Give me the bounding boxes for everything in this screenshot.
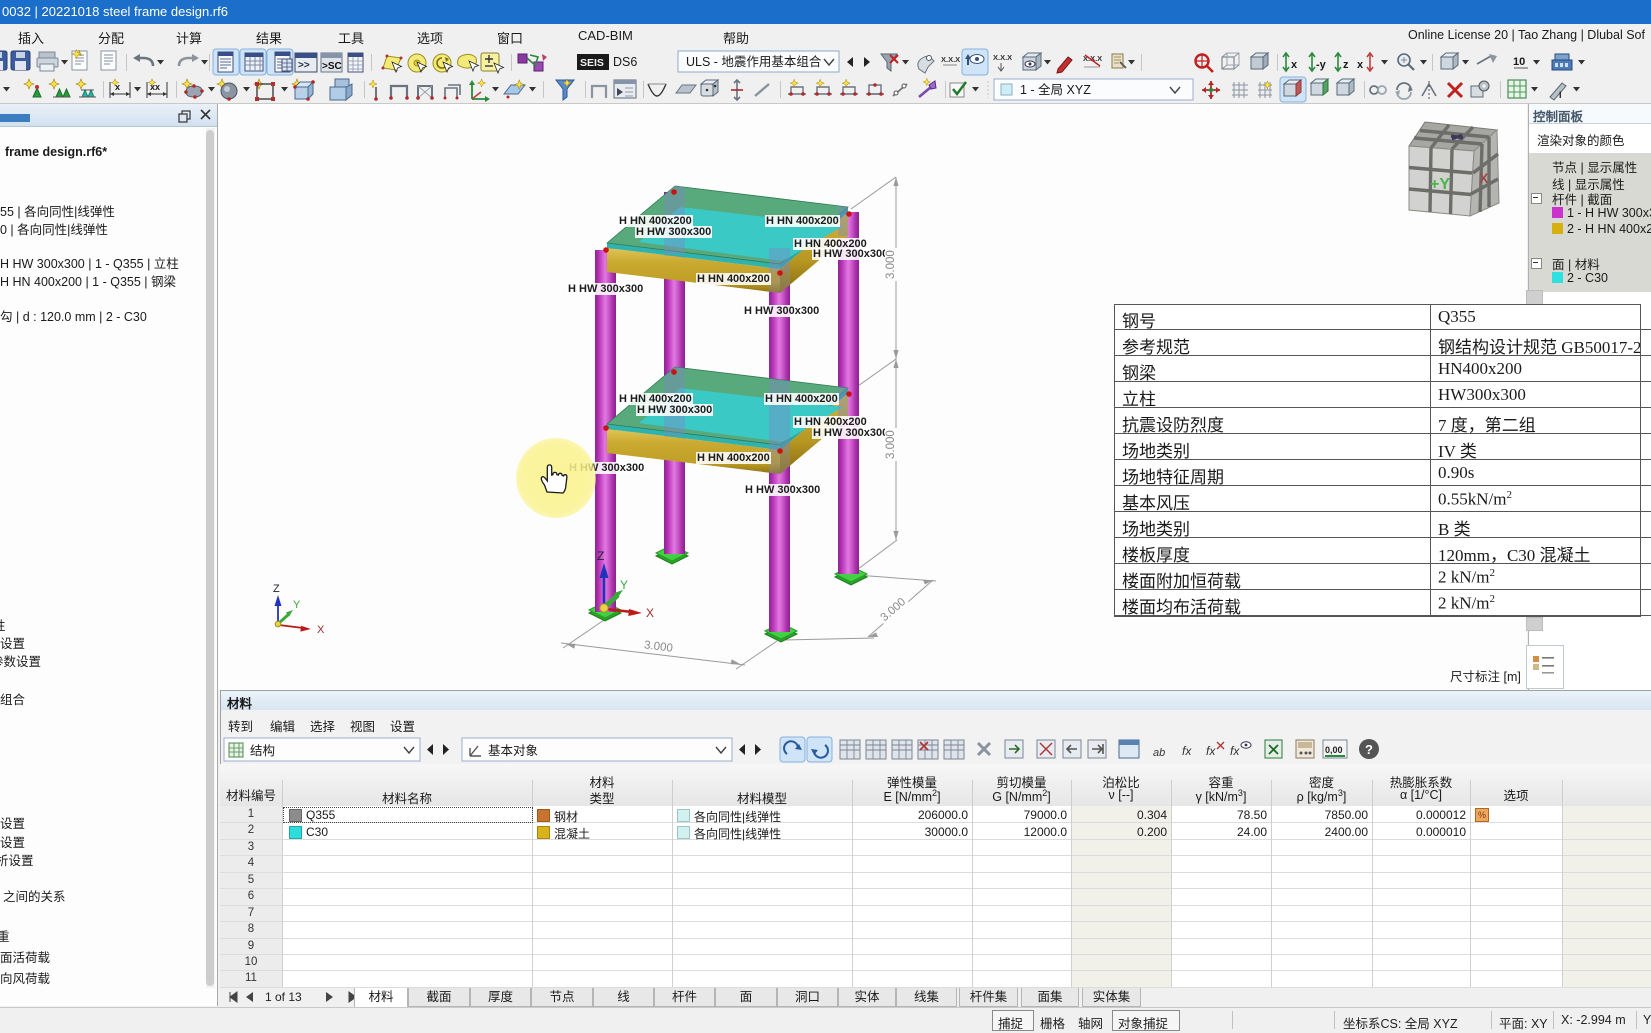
svg-text:+Y: +Y — [1430, 176, 1450, 193]
svg-text:1 - 全局 XYZ: 1 - 全局 XYZ — [1020, 82, 1091, 97]
svg-text:x: x — [1357, 59, 1364, 71]
svg-text:Z: Z — [273, 583, 280, 595]
svg-text:x: x — [1291, 59, 1298, 71]
svg-text:ab: ab — [1153, 747, 1165, 759]
svg-text:SEIS: SEIS — [580, 57, 604, 69]
svg-text:0,00: 0,00 — [1325, 745, 1343, 755]
svg-text:fx: fx — [1206, 744, 1216, 758]
svg-text:>SC: >SC — [322, 61, 342, 72]
svg-text:z: z — [1343, 59, 1349, 71]
svg-text:Y: Y — [620, 578, 628, 592]
svg-text:X: X — [1479, 170, 1489, 186]
svg-text:基本对象: 基本对象 — [488, 744, 538, 758]
svg-text:fx: fx — [1230, 744, 1240, 758]
svg-text:I: I — [1559, 90, 1562, 100]
svg-text:X: X — [317, 624, 325, 636]
svg-text:ULS - 地震作用基本组合: ULS - 地震作用基本组合 — [686, 54, 822, 69]
svg-text:fx: fx — [1182, 744, 1192, 758]
svg-text:-y: -y — [1316, 59, 1327, 71]
svg-text:Y: Y — [293, 599, 301, 611]
svg-text:结构: 结构 — [250, 743, 275, 758]
svg-text:>>: >> — [298, 60, 310, 71]
svg-text:DS6: DS6 — [613, 55, 637, 69]
svg-text:10: 10 — [1513, 56, 1525, 68]
svg-text:X.X.X: X.X.X — [941, 55, 960, 64]
svg-text:Z: Z — [597, 549, 604, 563]
svg-text:X.X.X: X.X.X — [993, 53, 1012, 62]
svg-text:?: ? — [1365, 742, 1373, 757]
svg-text:X: X — [646, 606, 654, 620]
